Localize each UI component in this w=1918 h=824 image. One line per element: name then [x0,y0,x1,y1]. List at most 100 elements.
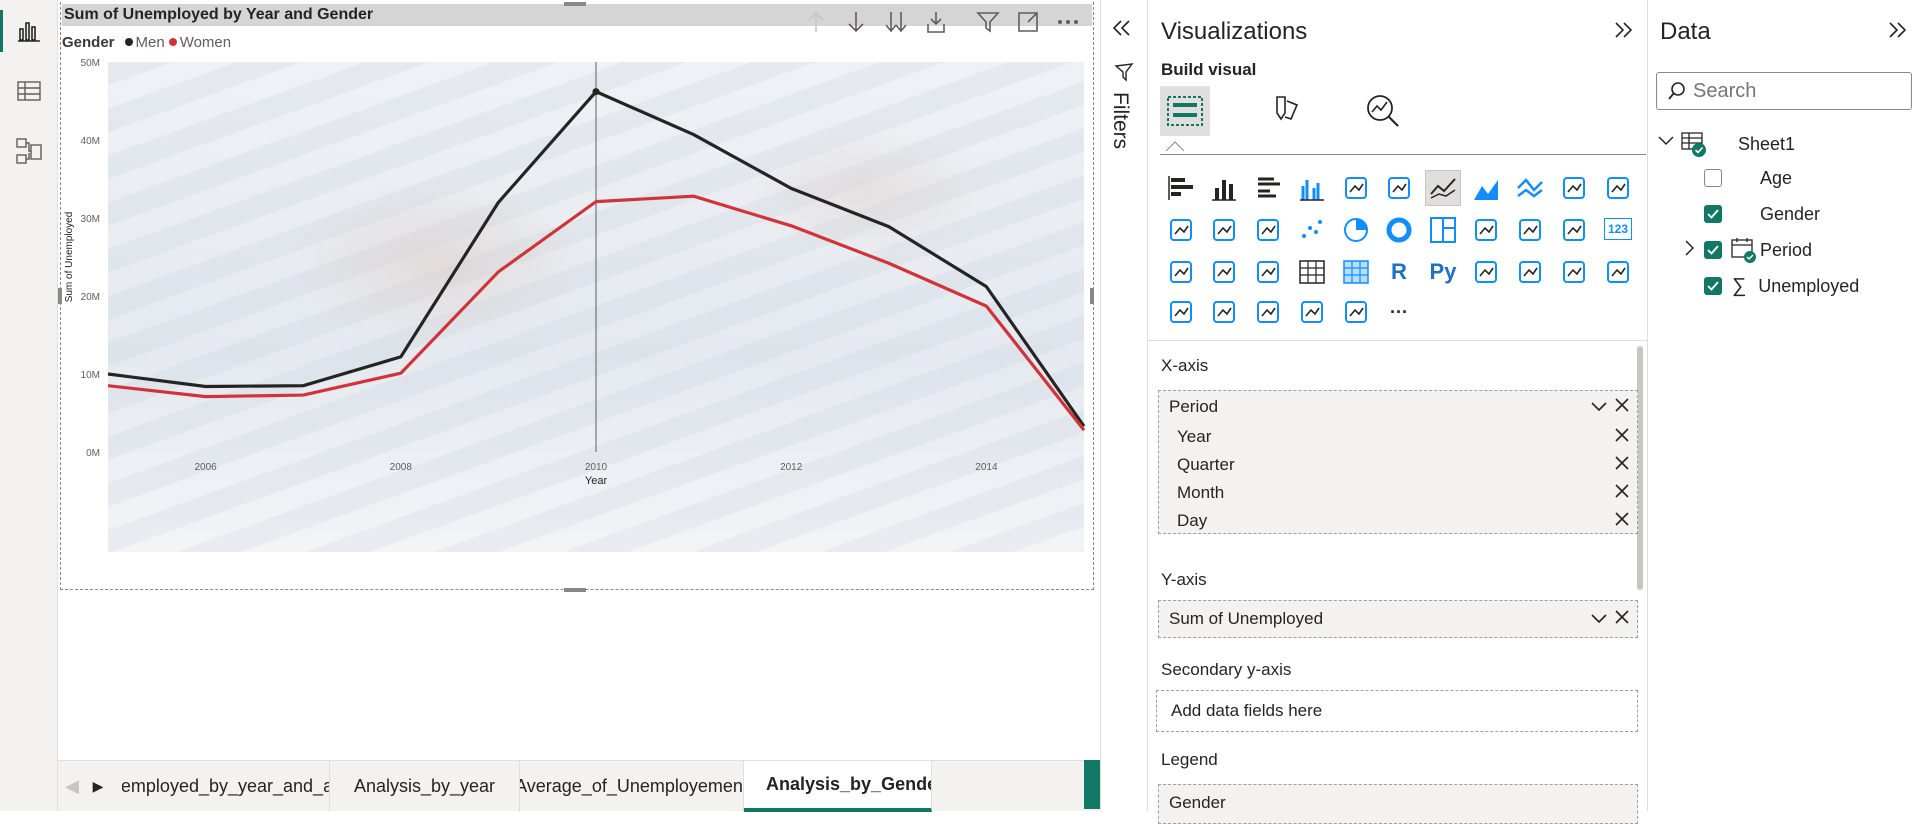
yaxis-well[interactable]: Sum of Unemployed [1158,600,1638,638]
resize-handle-top[interactable] [564,2,586,6]
data-search-box[interactable] [1656,72,1912,110]
pie-icon[interactable] [1338,212,1374,248]
collapse-visualizations-icon[interactable] [1612,20,1634,45]
close-icon[interactable] [1615,397,1629,417]
more-options-icon[interactable] [1048,4,1088,40]
clustered-column-icon[interactable] [1294,170,1330,206]
field-gender[interactable]: Gender [1704,200,1820,228]
treemap-icon[interactable] [1425,212,1461,248]
resize-handle-bottom[interactable] [564,588,586,592]
close-icon[interactable] [1615,455,1629,475]
drill-up-icon[interactable] [796,4,836,40]
chevron-down-icon[interactable] [1591,609,1607,629]
xaxis-level-quarter[interactable]: Quarter [1159,451,1637,479]
close-icon[interactable] [1615,483,1629,503]
stacked-bar-icon[interactable] [1163,170,1199,206]
tab-average-of-unemployement[interactable]: Average_of_Unemployement [520,761,744,812]
close-icon[interactable] [1615,511,1629,531]
stacked-column-icon[interactable] [1206,170,1242,206]
expand-next-level-icon[interactable] [876,4,916,40]
metrics-icon[interactable] [1163,294,1199,330]
stacked-area-icon[interactable] [1512,170,1548,206]
line-stacked-column-icon[interactable] [1600,170,1636,206]
r-visual-icon[interactable]: R [1381,254,1417,290]
tab-unemployed-by-year-and-age[interactable]: Unemployed_by_year_and_age [122,761,330,812]
kpi-icon[interactable] [1206,254,1242,290]
python-visual-icon[interactable]: Py [1425,254,1461,290]
100pct-column-icon[interactable] [1381,170,1417,206]
filled-map-icon[interactable] [1512,212,1548,248]
yaxis-field-sum-of-unemployed[interactable]: Sum of Unemployed [1159,605,1637,633]
gauge-icon[interactable] [1556,212,1592,248]
xaxis-field-period[interactable]: Period [1159,393,1637,421]
card-icon[interactable]: 123 [1604,218,1632,240]
narrative-icon[interactable] [1600,254,1636,290]
age-checkbox[interactable] [1704,169,1722,187]
arcgis-icon[interactable] [1338,294,1374,330]
tab-analysis-by-year[interactable]: Analysis_by_year [330,761,520,812]
paginated-report-icon[interactable] [1206,294,1242,330]
xaxis-level-month[interactable]: Month [1159,479,1637,507]
resize-handle-right[interactable] [1090,288,1094,304]
table-icon[interactable] [1294,254,1330,290]
focus-mode-icon[interactable] [1008,4,1048,40]
scatter-icon[interactable] [1294,212,1330,248]
matrix-icon[interactable] [1338,254,1374,290]
legend-well[interactable]: Gender [1158,784,1638,824]
period-checkbox[interactable] [1704,241,1722,259]
resize-handle-left[interactable] [58,288,62,304]
100pct-bar-icon[interactable] [1338,170,1374,206]
field-unemployed[interactable]: ∑ Unemployed [1704,272,1859,300]
decomposition-tree-icon[interactable] [1512,254,1548,290]
scroll-tabs-right-icon[interactable]: ▶ [86,761,110,812]
ribbon-chart-icon[interactable] [1163,212,1199,248]
analytics-tab-icon[interactable] [1358,86,1408,136]
legend-item-men[interactable]: Men [136,34,165,51]
unemployed-checkbox[interactable] [1704,277,1722,295]
build-visual-tab-icon[interactable] [1160,86,1210,136]
qa-icon[interactable] [1556,254,1592,290]
legend-field-gender[interactable]: Gender [1159,789,1637,817]
xaxis-well[interactable]: Period Year Quarter Month Day [1158,390,1638,534]
scroll-tabs-left-icon[interactable]: ◀ [58,761,86,812]
xaxis-level-year[interactable]: Year [1159,423,1637,451]
table-sheet1[interactable]: Sheet1 [1738,130,1795,158]
collapse-data-pane-icon[interactable] [1886,20,1908,45]
gender-checkbox[interactable] [1704,205,1722,223]
map-icon[interactable] [1468,212,1504,248]
close-icon[interactable] [1615,609,1629,629]
table-view-icon[interactable] [0,66,58,116]
expand-filters-icon[interactable] [1110,18,1134,43]
key-influencers-icon[interactable] [1468,254,1504,290]
secondary-yaxis-well[interactable]: Add data fields here [1156,690,1638,732]
clustered-bar-icon[interactable] [1250,170,1286,206]
waterfall-icon[interactable] [1206,212,1242,248]
more-visuals-icon[interactable]: ··· [1381,294,1417,330]
chevron-down-icon[interactable] [1591,397,1607,417]
slicer-icon[interactable] [1250,254,1286,290]
filters-label[interactable]: Filters [1108,92,1132,149]
power-apps-icon[interactable] [1250,294,1286,330]
format-visual-tab-icon[interactable] [1260,86,1310,136]
power-automate-icon[interactable] [1294,294,1330,330]
close-icon[interactable] [1615,427,1629,447]
tab-analysis-by-gender[interactable]: Analysis_by_Gende [744,761,932,812]
sheet1-expand-chevron-icon[interactable] [1658,134,1674,152]
line-chart-icon[interactable] [1425,170,1461,206]
model-view-icon[interactable] [0,126,58,176]
line-chart[interactable]: 0M 10M 20M 30M 40M 50M 2006 2008 2010 2012 2014 Yea… [60,52,1094,582]
drill-down-icon[interactable] [836,4,876,40]
legend-item-women[interactable]: Women [180,34,231,51]
donut-icon[interactable] [1381,212,1417,248]
field-age[interactable]: Age [1704,164,1792,192]
filter-icon[interactable] [968,4,1008,40]
area-chart-icon[interactable] [1468,170,1504,206]
line-clustered-column-icon[interactable] [1556,170,1592,206]
field-period[interactable]: Period [1704,236,1812,264]
expand-hierarchy-icon[interactable] [916,4,956,40]
search-input[interactable] [1687,78,1887,104]
multirow-card-icon[interactable] [1163,254,1199,290]
xaxis-level-day[interactable]: Day [1159,507,1637,535]
report-view-icon[interactable] [0,6,58,56]
period-expand-chevron-icon[interactable] [1684,240,1695,261]
